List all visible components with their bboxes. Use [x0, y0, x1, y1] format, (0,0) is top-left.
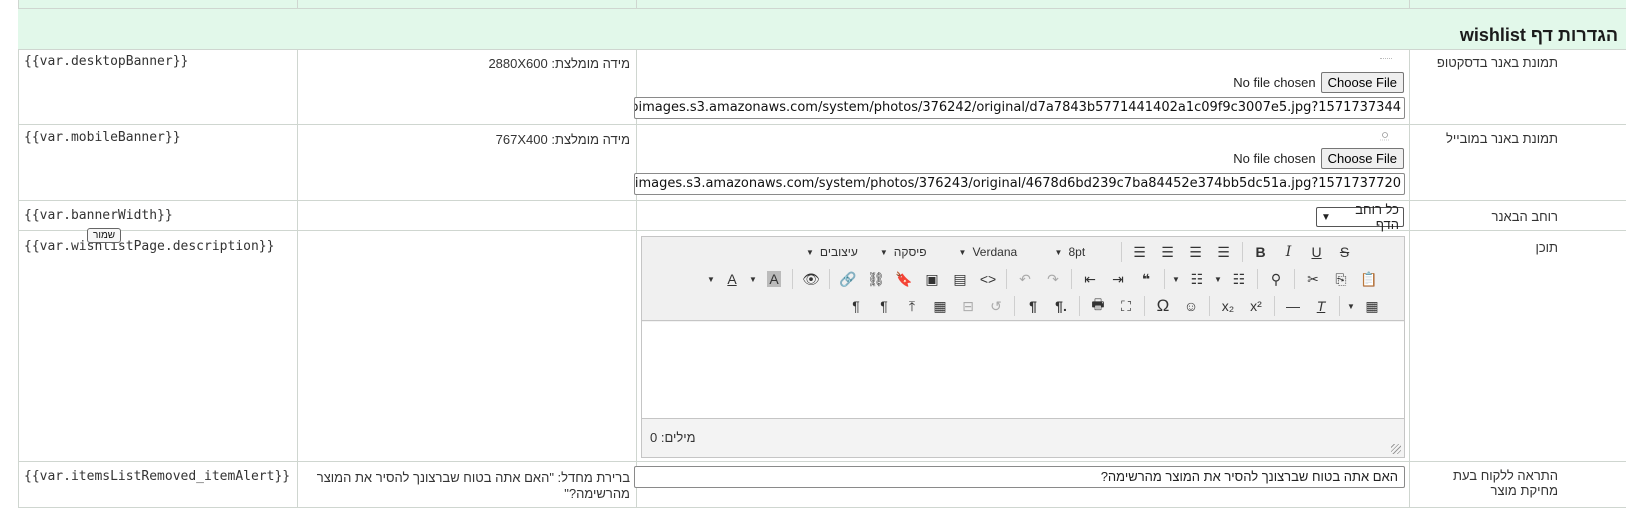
- ltr-icon[interactable]: ¶: [1019, 294, 1047, 318]
- background-color-icon[interactable]: A: [760, 267, 788, 291]
- rich-text-editor: ▼ עיצובים ▼ פיסקה ▼ Verdana ▼ 8pt ☰ ☰ ☰ ☰ B …: [641, 236, 1405, 458]
- outdent-icon[interactable]: ⇤: [1076, 267, 1104, 291]
- font-size-dropdown[interactable]: ▼ 8pt: [1051, 240, 1117, 264]
- blockquote-icon[interactable]: ❝: [1132, 267, 1160, 291]
- fullscreen-icon[interactable]: ⛶: [1112, 294, 1140, 318]
- desktop-banner-hint: מידה מומלצת: 2880X600: [488, 56, 630, 71]
- align-right-icon[interactable]: ☰: [1182, 240, 1210, 264]
- banner-width-label: רוחב הבאנר: [1491, 209, 1558, 224]
- subscript-icon[interactable]: x₂: [1214, 294, 1242, 318]
- bookmark-icon[interactable]: 🔖: [890, 267, 918, 291]
- content-variable: {{var.wishlistPage.description}}: [24, 239, 275, 254]
- mobile-banner-variable: {{var.mobileBanner}}: [24, 130, 181, 145]
- mobile-banner-file-picker[interactable]: No file chosen Choose File: [1233, 148, 1404, 169]
- horizontal-rule-icon[interactable]: —: [1279, 294, 1307, 318]
- mobile-banner-url-input[interactable]: oimages.s3.amazonaws.com/system/photos/3…: [634, 173, 1405, 195]
- desktop-banner-file-picker[interactable]: No file chosen Choose File: [1233, 72, 1404, 93]
- no-file-text: No file chosen: [1233, 151, 1316, 166]
- styles-dropdown[interactable]: ▼ עיצובים: [802, 240, 862, 264]
- align-center-icon[interactable]: ☰: [1154, 240, 1182, 264]
- rtl-icon[interactable]: ¶.: [1047, 294, 1075, 318]
- table-grid-icon[interactable]: ▦: [926, 294, 954, 318]
- bullet-list-dropdown-icon[interactable]: ▼: [1169, 267, 1183, 291]
- ltr-paragraph-icon[interactable]: ¶: [842, 294, 870, 318]
- align-left-icon[interactable]: ☰: [1126, 240, 1154, 264]
- choose-file-button[interactable]: Choose File: [1320, 148, 1404, 169]
- italic-icon[interactable]: I: [1275, 240, 1303, 264]
- removal-alert-hint: ברירת מחדל: "האם אתה בטוח שברצונך להסיר …: [316, 470, 630, 501]
- numbered-list-icon[interactable]: ☷: [1225, 267, 1253, 291]
- chevron-down-icon: ▼: [1321, 211, 1331, 223]
- upload-icon[interactable]: ⤒: [898, 294, 926, 318]
- strikethrough-icon[interactable]: S: [1331, 240, 1359, 264]
- clear-formatting-icon[interactable]: T: [1307, 294, 1335, 318]
- rtl-paragraph-icon[interactable]: ¶: [870, 294, 898, 318]
- save-tooltip: שמור: [87, 228, 122, 243]
- content-label: תוכן: [1535, 240, 1558, 255]
- redo-icon[interactable]: ↷: [1039, 267, 1067, 291]
- table-dropdown-icon[interactable]: ▼: [1344, 294, 1358, 318]
- editor-toolbar: ▼ עיצובים ▼ פיסקה ▼ Verdana ▼ 8pt ☰ ☰ ☰ ☰ B …: [642, 237, 1404, 321]
- underline-icon[interactable]: U: [1303, 240, 1331, 264]
- link-icon[interactable]: 🔗: [834, 267, 862, 291]
- desktop-banner-url-input[interactable]: oimages.s3.amazonaws.com/system/photos/3…: [634, 97, 1405, 119]
- find-icon[interactable]: ⚲: [1262, 267, 1290, 291]
- choose-file-button[interactable]: Choose File: [1320, 72, 1404, 93]
- editor-content-area[interactable]: [642, 322, 1404, 419]
- undo-icon[interactable]: ↶: [1011, 267, 1039, 291]
- removal-alert-input[interactable]: האם אתה בטוח שברצונך להסיר את המוצר מהרש…: [634, 466, 1405, 488]
- superscript-icon[interactable]: x²: [1242, 294, 1270, 318]
- special-character-icon[interactable]: Ω: [1149, 294, 1177, 318]
- unlink-icon[interactable]: ⛓: [862, 267, 890, 291]
- restore-draft-icon[interactable]: ↺: [982, 294, 1010, 318]
- bold-icon[interactable]: B: [1247, 240, 1275, 264]
- print-icon[interactable]: 🖶: [1084, 294, 1112, 318]
- code-icon[interactable]: <>: [974, 267, 1002, 291]
- text-color-icon[interactable]: A: [718, 267, 746, 291]
- format-dropdown[interactable]: ▼ פיסקה: [876, 240, 931, 264]
- banner-width-variable: {{var.bannerWidth}}: [24, 208, 173, 223]
- bg-color-dropdown-icon[interactable]: ▼: [746, 267, 760, 291]
- text-color-dropdown-icon[interactable]: ▼: [704, 267, 718, 291]
- mobile-banner-hint: מידה מומלצת: 767X400: [495, 132, 630, 147]
- page-break-icon[interactable]: ⊟: [954, 294, 982, 318]
- cut-icon[interactable]: ✂: [1299, 267, 1327, 291]
- desktop-banner-thumbnail: [1380, 58, 1392, 60]
- section-title: הגדרות דף wishlist: [1459, 25, 1618, 45]
- banner-width-select[interactable]: כל רוחב הדף ▼: [1316, 202, 1404, 232]
- paste-icon[interactable]: 📋: [1355, 267, 1383, 291]
- indent-icon[interactable]: ⇥: [1104, 267, 1132, 291]
- font-dropdown[interactable]: ▼ Verdana: [955, 240, 1051, 264]
- desktop-banner-variable: {{var.desktopBanner}}: [24, 54, 189, 69]
- bullet-list-icon[interactable]: ☷: [1183, 267, 1211, 291]
- media-icon[interactable]: ▤: [946, 267, 974, 291]
- no-file-text: No file chosen: [1233, 75, 1316, 90]
- word-count: מילים: 0: [650, 430, 696, 445]
- copy-icon[interactable]: ⎘: [1327, 267, 1355, 291]
- numbered-list-dropdown-icon[interactable]: ▼: [1211, 267, 1225, 291]
- align-justify-icon[interactable]: ☰: [1210, 240, 1238, 264]
- preview-icon[interactable]: 👁: [797, 267, 825, 291]
- mobile-banner-thumbnail: [1378, 130, 1392, 141]
- desktop-banner-label: תמונת באנר בדסקטופ: [1436, 55, 1558, 70]
- removal-alert-variable: {{var.itemsListRemoved_itemAlert}}: [24, 469, 291, 484]
- table-icon[interactable]: ▦: [1358, 294, 1386, 318]
- removal-alert-label: התראה ללקוח בעת מחיקת מוצר: [1453, 468, 1558, 498]
- image-icon[interactable]: ▣: [918, 267, 946, 291]
- banner-width-selected: כל רוחב הדף: [1355, 202, 1399, 232]
- emoticon-icon[interactable]: ☺: [1177, 294, 1205, 318]
- resize-handle-icon[interactable]: [1391, 444, 1401, 454]
- section-header: הגדרות דף wishlist: [18, 8, 1626, 50]
- mobile-banner-label: תמונת באנר במובייל: [1446, 131, 1558, 146]
